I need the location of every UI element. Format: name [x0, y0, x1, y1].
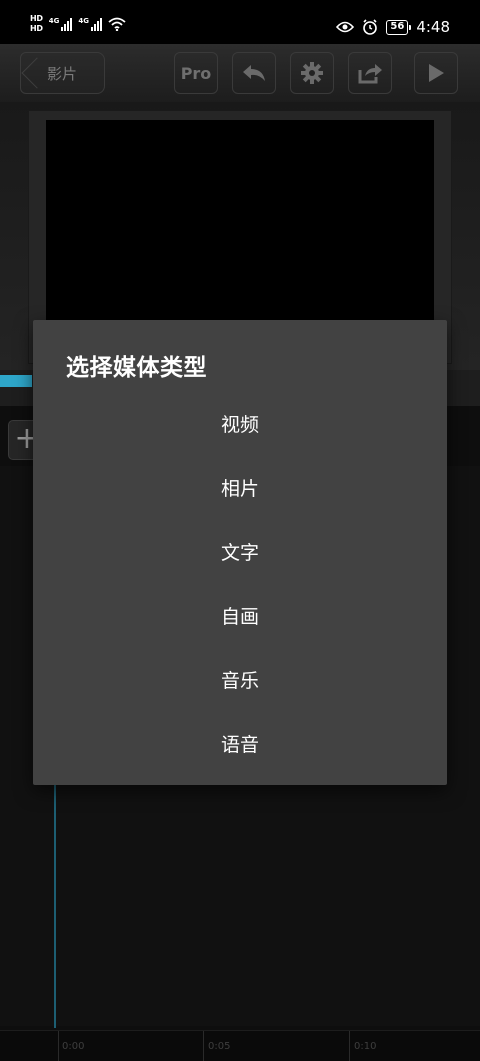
toolbar: 影片 Pro	[0, 44, 480, 102]
undo-icon	[243, 65, 265, 81]
option-drawing[interactable]: 自画	[33, 585, 447, 645]
tick-label: 0:00	[62, 1041, 85, 1052]
share-button[interactable]	[348, 52, 392, 94]
option-photo[interactable]: 相片	[33, 457, 447, 517]
option-text[interactable]: 文字	[33, 521, 447, 581]
back-button[interactable]: 影片	[20, 52, 105, 94]
option-music[interactable]: 音乐	[33, 649, 447, 709]
play-button[interactable]	[414, 52, 458, 94]
signal-icon-1: 4G	[49, 17, 73, 31]
video-preview[interactable]	[46, 120, 434, 330]
gear-icon	[301, 62, 323, 84]
wifi-icon	[108, 17, 126, 31]
share-icon	[358, 64, 382, 84]
undo-button[interactable]	[232, 52, 276, 94]
signal-icon-2: 4G	[78, 17, 102, 31]
media-type-dialog: 选择媒体类型 视频 相片 文字 自画 音乐 语音	[33, 320, 447, 785]
option-video[interactable]: 视频	[33, 393, 447, 453]
network-indicators: HD HD 4G 4G	[30, 14, 126, 33]
play-icon	[429, 64, 444, 82]
eye-icon	[336, 21, 355, 33]
alarm-icon	[363, 19, 378, 35]
status-time: 4:48	[416, 18, 450, 36]
pro-button-label: Pro	[180, 63, 212, 83]
time-ruler: 0:00 0:05 0:10	[0, 1030, 480, 1061]
timeline-progress	[0, 375, 32, 387]
option-voice[interactable]: 语音	[33, 713, 447, 773]
battery-icon: 56	[386, 19, 412, 35]
playhead[interactable]	[54, 784, 56, 1028]
tick-label: 0:10	[354, 1041, 377, 1052]
status-bar: HD HD 4G 4G 56 4:48	[0, 0, 480, 44]
dialog-title: 选择媒体类型	[66, 355, 207, 381]
settings-button[interactable]	[290, 52, 334, 94]
pro-button[interactable]: Pro	[174, 52, 218, 94]
hd-badge-1: HD	[30, 14, 43, 23]
hd-badge-2: HD	[30, 24, 43, 33]
tick-label: 0:05	[208, 1041, 231, 1052]
